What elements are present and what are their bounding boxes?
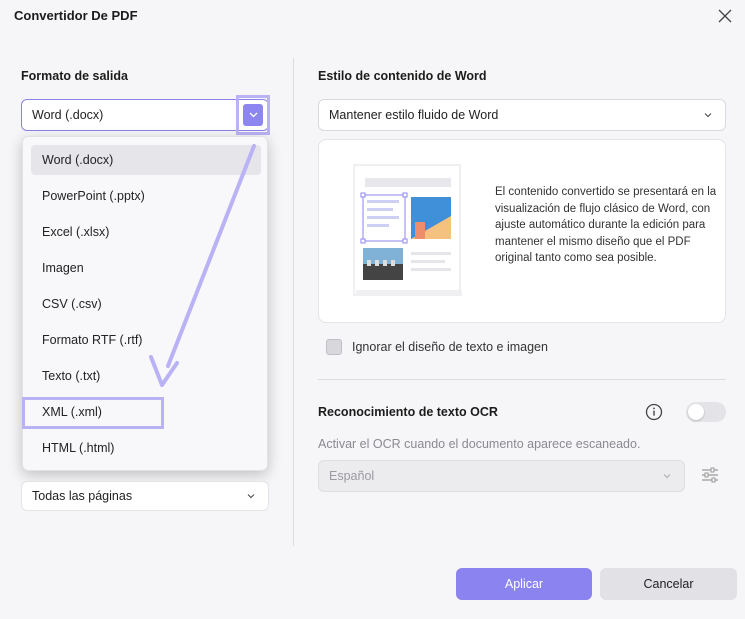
- word-style-preview: El contenido convertido se presentará en…: [318, 139, 726, 323]
- title-bar: Convertidor De PDF: [0, 0, 745, 32]
- format-option-word[interactable]: Word (.docx): [31, 145, 261, 175]
- window-title: Convertidor De PDF: [14, 8, 138, 23]
- close-icon: [718, 9, 732, 23]
- ignore-layout-checkbox[interactable]: [326, 339, 342, 355]
- word-style-label: Estilo de contenido de Word: [318, 69, 487, 83]
- info-icon[interactable]: [645, 403, 663, 421]
- toggle-knob: [688, 404, 704, 420]
- column-divider: [293, 58, 294, 546]
- format-option-txt[interactable]: Texto (.txt): [31, 361, 261, 391]
- ocr-hint: Activar el OCR cuando el documento apare…: [318, 437, 641, 451]
- ocr-language-select[interactable]: Español: [318, 460, 685, 492]
- format-option-powerpoint[interactable]: PowerPoint (.pptx): [31, 181, 261, 211]
- cancel-button[interactable]: Cancelar: [600, 568, 737, 600]
- chevron-down-icon: [247, 494, 255, 499]
- ignore-layout-label: Ignorar el diseño de texto e imagen: [352, 340, 548, 354]
- ignore-layout-row[interactable]: Ignorar el diseño de texto e imagen: [326, 339, 548, 355]
- close-button[interactable]: [713, 4, 737, 28]
- ocr-label: Reconocimiento de texto OCR: [318, 405, 498, 419]
- output-format-dropdown-button[interactable]: [236, 95, 270, 135]
- format-option-rtf[interactable]: Formato RTF (.rtf): [31, 325, 261, 355]
- document-preview-illustration: [353, 164, 462, 296]
- word-style-value: Mantener estilo fluido de Word: [329, 108, 499, 122]
- chevron-down-icon: [249, 112, 257, 118]
- format-option-excel[interactable]: Excel (.xlsx): [31, 217, 261, 247]
- xml-option-highlight: [22, 397, 164, 429]
- page-range-value: Todas las páginas: [32, 489, 133, 503]
- format-option-image[interactable]: Imagen: [31, 253, 261, 283]
- ocr-toggle[interactable]: [686, 402, 726, 422]
- section-divider: [318, 379, 726, 380]
- format-option-csv[interactable]: CSV (.csv): [31, 289, 261, 319]
- word-style-select[interactable]: Mantener estilo fluido de Word: [318, 99, 726, 131]
- output-format-label: Formato de salida: [21, 69, 128, 83]
- output-format-value: Word (.docx): [32, 108, 104, 122]
- ocr-settings-icon[interactable]: [700, 465, 720, 485]
- chevron-down-icon: [704, 113, 712, 118]
- output-format-select[interactable]: Word (.docx): [21, 99, 269, 131]
- format-option-html[interactable]: HTML (.html): [31, 433, 261, 463]
- ocr-language-value: Español: [329, 469, 375, 483]
- word-style-description: El contenido convertido se presentará en…: [495, 186, 717, 264]
- chevron-down-icon: [663, 474, 671, 479]
- page-range-select[interactable]: Todas las páginas: [21, 481, 269, 511]
- apply-button[interactable]: Aplicar: [456, 568, 592, 600]
